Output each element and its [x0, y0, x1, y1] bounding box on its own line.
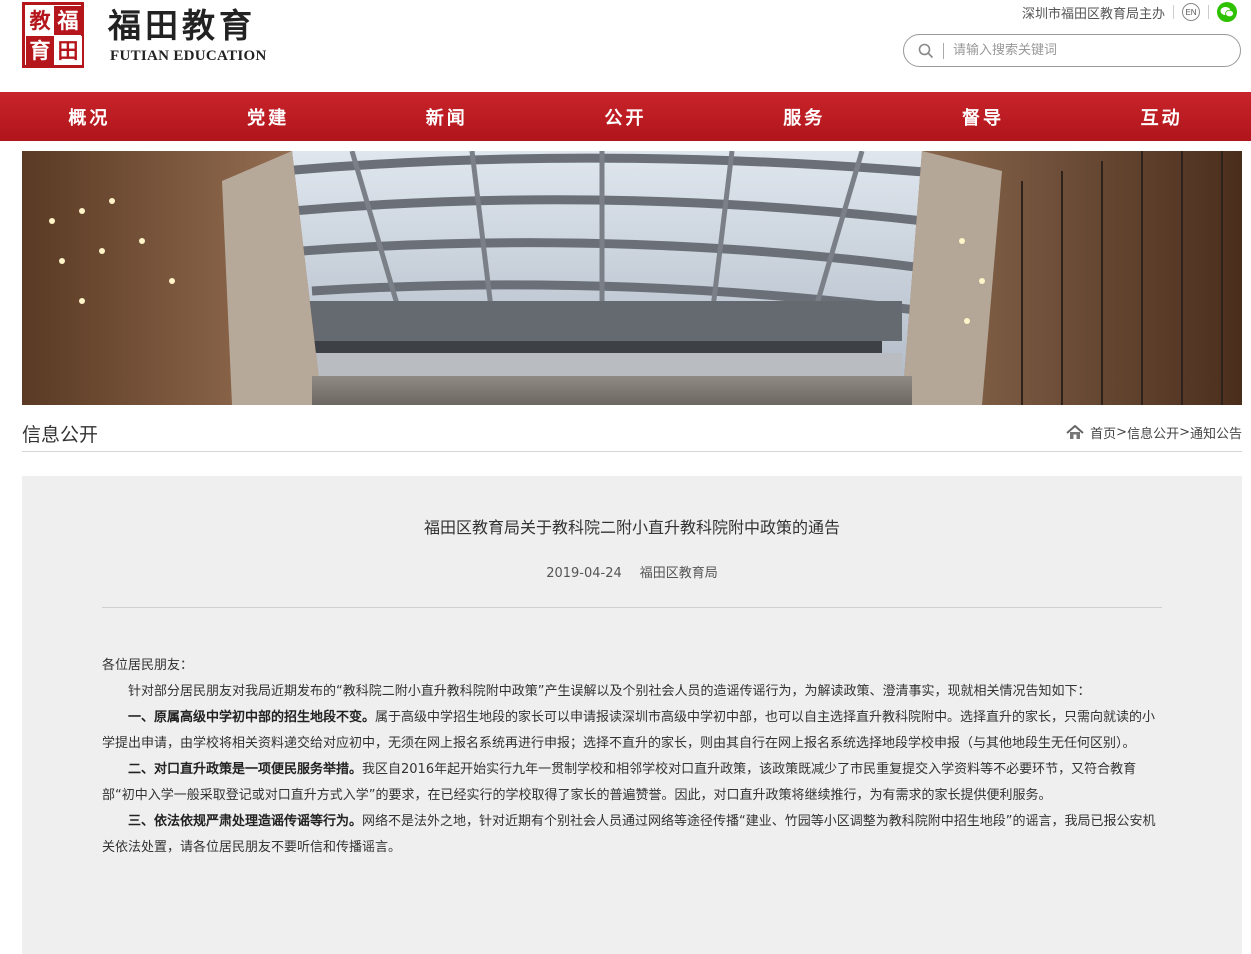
- logo-char: 教: [26, 6, 54, 35]
- logo-char: 田: [54, 36, 82, 65]
- nav-item-news[interactable]: 新闻: [357, 92, 536, 141]
- article-date: 2019-04-24: [546, 566, 622, 581]
- article-title: 福田区教育局关于教科院二附小直升教科院附中政策的通告: [423, 518, 840, 537]
- nav-item-overview[interactable]: 概况: [0, 92, 179, 141]
- nav-item-public[interactable]: 公开: [536, 92, 715, 141]
- english-version-icon[interactable]: EN: [1182, 3, 1200, 21]
- top-links: 深圳市福田区教育局主办 EN: [1022, 2, 1237, 22]
- site-title[interactable]: 福田教育: [108, 4, 256, 48]
- section-divider: [22, 451, 1242, 452]
- nav-item-interaction[interactable]: 互动: [1072, 92, 1251, 141]
- point-heading: 三、依法依规严肃处理造谣传谣等行为。: [128, 814, 363, 829]
- wechat-glyph: [1220, 7, 1234, 18]
- nav-item-party[interactable]: 党建: [179, 92, 358, 141]
- breadcrumb: 首页 > 信息公开 > 通知公告: [1066, 423, 1242, 442]
- logo-char: 育: [26, 36, 54, 65]
- breadcrumb-notices[interactable]: 通知公告: [1190, 423, 1242, 442]
- search-icon[interactable]: [918, 43, 934, 59]
- nav-item-service[interactable]: 服务: [715, 92, 894, 141]
- search-divider: [943, 42, 944, 59]
- en-label: EN: [1185, 7, 1197, 17]
- banner-atrium-illustration: [22, 151, 1242, 405]
- point-heading: 一、原属高级中学初中部的招生地段不变。: [128, 710, 376, 725]
- search-box[interactable]: [903, 34, 1241, 67]
- article-point: 二、对口直升政策是一项便民服务举措。我区自2016年起开始实行九年一贯制学校和相…: [102, 757, 1162, 809]
- point-heading: 二、对口直升政策是一项便民服务举措。: [128, 762, 363, 777]
- section-title: 信息公开: [22, 424, 99, 446]
- nav-item-supervision[interactable]: 督导: [894, 92, 1073, 141]
- article-greeting: 各位居民朋友：: [102, 658, 194, 673]
- article-meta: 2019-04-24 福田区教育局: [22, 562, 1242, 581]
- article-source: 福田区教育局: [639, 566, 718, 581]
- article-point: 三、依法依规严肃处理造谣传谣等行为。网络不是法外之地，针对近期有个别社会人员通过…: [102, 809, 1162, 861]
- article-body: 各位居民朋友： 针对部分居民朋友对我局近期发布的“教科院二附小直升教科院附中政策…: [102, 653, 1162, 861]
- site-subtitle: FUTIAN EDUCATION: [110, 48, 267, 64]
- article-intro: 针对部分居民朋友对我局近期发布的“教科院二附小直升教科院附中政策”产生误解以及个…: [128, 684, 1091, 699]
- host-text: 深圳市福田区教育局主办: [1021, 6, 1165, 22]
- search-input[interactable]: [953, 43, 1213, 58]
- banner-image: [22, 151, 1242, 405]
- article-point: 一、原属高级中学初中部的招生地段不变。属于高级中学招生地段的家长可以申请报读深圳…: [102, 705, 1162, 757]
- divider: [1173, 5, 1174, 19]
- logo-char: 福: [54, 6, 82, 35]
- breadcrumb-separator: >: [1116, 425, 1128, 440]
- breadcrumb-separator: >: [1179, 425, 1190, 440]
- main-nav: 概况 党建 新闻 公开 服务 督导 互动: [0, 92, 1251, 141]
- site-header: 教 福 育 田 福田教育 FUTIAN EDUCATION 深圳市福田区教育局主…: [0, 0, 1251, 92]
- home-icon[interactable]: [1066, 425, 1084, 440]
- breadcrumb-home[interactable]: 首页: [1090, 423, 1116, 442]
- divider: [1208, 5, 1209, 19]
- breadcrumb-info-public[interactable]: 信息公开: [1127, 423, 1179, 442]
- article-panel: 福田区教育局关于教科院二附小直升教科院附中政策的通告 2019-04-24 福田区…: [22, 476, 1242, 954]
- site-logo[interactable]: 教 福 育 田: [22, 2, 84, 68]
- article-divider: [102, 607, 1162, 608]
- wechat-icon[interactable]: [1217, 2, 1237, 22]
